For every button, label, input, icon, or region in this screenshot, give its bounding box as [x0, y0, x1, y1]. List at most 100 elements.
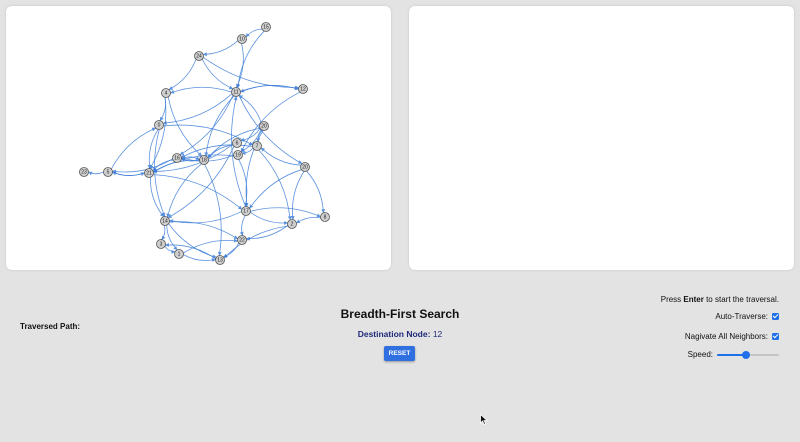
speed-slider[interactable]: [717, 350, 779, 359]
node-label: 21: [146, 171, 152, 177]
edge-17-2: [250, 211, 289, 226]
destination-row: Destination Node: 12: [0, 329, 800, 339]
reset-button[interactable]: RESET: [384, 346, 415, 361]
instruction-text: Press Enter to start the traversal.: [661, 295, 779, 304]
graph-node-4[interactable]: 4: [161, 88, 171, 98]
edge-10-24: [202, 40, 239, 57]
edge-11-20b: [238, 95, 303, 165]
auto-traverse-row: Auto-Traverse:: [715, 312, 779, 321]
algorithm-title: Breadth-First Search: [340, 307, 460, 321]
edge-17-8: [250, 207, 321, 218]
graph-node-2[interactable]: 2: [287, 219, 297, 229]
graph-node-20[interactable]: 20: [259, 121, 269, 131]
instruction-prefix: Press: [660, 295, 684, 304]
edge-20-11: [238, 95, 262, 123]
mouse-cursor-icon: [480, 414, 488, 425]
node-label: 15: [263, 25, 269, 31]
node-label: 19: [235, 153, 241, 159]
node-label: 13: [217, 258, 223, 264]
graph-node-14[interactable]: 14: [160, 216, 170, 226]
edge-10-11: [236, 43, 244, 88]
graph-node-17[interactable]: 17: [241, 206, 251, 216]
node-label: 4: [165, 91, 168, 97]
edge-3-1: [164, 245, 176, 254]
node-label: 0: [158, 123, 161, 129]
edge-20b-8: [306, 170, 326, 214]
edge-4-18: [167, 96, 203, 157]
speed-label: Speed:: [687, 350, 713, 359]
graph-node-22[interactable]: 22: [237, 235, 247, 245]
node-label: 14: [162, 219, 168, 225]
edge-21-5: [112, 171, 145, 176]
edge-14-3: [161, 225, 166, 240]
edge-4-21: [149, 97, 167, 169]
graph-svg[interactable]: 151024124 110 206 716 19182023 5 2117814 232211…: [6, 6, 391, 270]
graph-node-11[interactable]: 11: [231, 87, 241, 97]
edge-5-23: [88, 171, 104, 176]
edge-0-21: [147, 129, 159, 169]
node-label: 6: [236, 141, 239, 147]
edge-17-22: [239, 215, 246, 236]
graph-node-8[interactable]: 8: [320, 212, 330, 222]
edge-21-17: [153, 174, 243, 210]
graph-node-7[interactable]: 7: [252, 141, 262, 151]
edge-21-14: [150, 177, 164, 218]
node-label: 18: [201, 158, 207, 164]
graph-node-0[interactable]: 0: [154, 120, 164, 130]
speed-slider-thumb[interactable]: [742, 350, 751, 359]
edge-24-12: [203, 57, 300, 90]
edge-16-5: [112, 158, 173, 174]
edge-14-1: [166, 225, 178, 251]
edge-8-2: [296, 216, 321, 224]
edge-22-13: [222, 242, 240, 258]
node-label: 12: [300, 87, 306, 93]
auto-traverse-label: Auto-Traverse:: [715, 312, 768, 321]
node-label: 16: [174, 156, 180, 162]
node-label: 11: [233, 90, 238, 96]
edge-18-14: [166, 163, 202, 218]
node-label: 17: [243, 209, 249, 215]
edge-0-14: [154, 129, 166, 217]
graph-node-23[interactable]: 23: [79, 167, 89, 177]
node-label: 3: [160, 242, 163, 248]
node-label: 5: [107, 170, 110, 176]
graph-node-15[interactable]: 15: [261, 22, 271, 32]
navigate-neighbors-checkbox[interactable]: [772, 333, 779, 340]
edge-4-0: [159, 97, 166, 121]
navigate-neighbors-row: Nagivate All Neighbors:: [685, 332, 779, 341]
node-label: 1: [178, 252, 181, 258]
edge-17-14: [169, 211, 242, 224]
edge-11-4: [170, 86, 232, 94]
graph-node-18[interactable]: 18: [199, 155, 209, 165]
edge-1-22: [183, 238, 239, 254]
graph-node-10[interactable]: 10: [237, 34, 247, 44]
node-label: 2: [291, 222, 294, 228]
node-label: 7: [256, 144, 259, 150]
edge-24-4: [168, 59, 197, 90]
nodes-layer: 151024124 110 206 716 19182023 5 2117814 232211…: [79, 22, 330, 265]
graph-node-13[interactable]: 13: [215, 255, 225, 265]
speed-row: Speed:: [688, 350, 779, 359]
node-label: 20: [302, 165, 308, 171]
graph-canvas-panel[interactable]: 15 10 24 12 4 11 0 20 6 7 16 19 18 20 23 5 21 17 8 14 2 3 22 1 1…: [6, 6, 391, 270]
graph-node-19[interactable]: 19: [233, 150, 243, 160]
edge-12-11: [240, 85, 299, 93]
node-label: 8: [324, 215, 327, 221]
edge-16-21: [152, 159, 174, 172]
edge-24-11: [201, 58, 234, 90]
graph-node-5[interactable]: 5: [103, 167, 113, 177]
graph-node-16[interactable]: 16: [172, 153, 182, 163]
navigate-neighbors-label: Nagivate All Neighbors:: [684, 332, 768, 341]
graph-node-6[interactable]: 6: [232, 138, 242, 148]
edge-20b-7: [260, 147, 301, 166]
destination-value: 12: [432, 329, 443, 339]
edge-2-13: [223, 225, 289, 259]
instruction-key: Enter: [683, 295, 704, 304]
auto-traverse-checkbox[interactable]: [772, 313, 779, 320]
graph-node-1[interactable]: 1: [174, 249, 184, 259]
graph-node-12[interactable]: 12: [298, 84, 308, 94]
graph-node-20b[interactable]: 20: [300, 162, 310, 172]
graph-node-21[interactable]: 21: [144, 168, 154, 178]
graph-node-3[interactable]: 3: [156, 239, 166, 249]
graph-node-24[interactable]: 24: [194, 51, 204, 61]
